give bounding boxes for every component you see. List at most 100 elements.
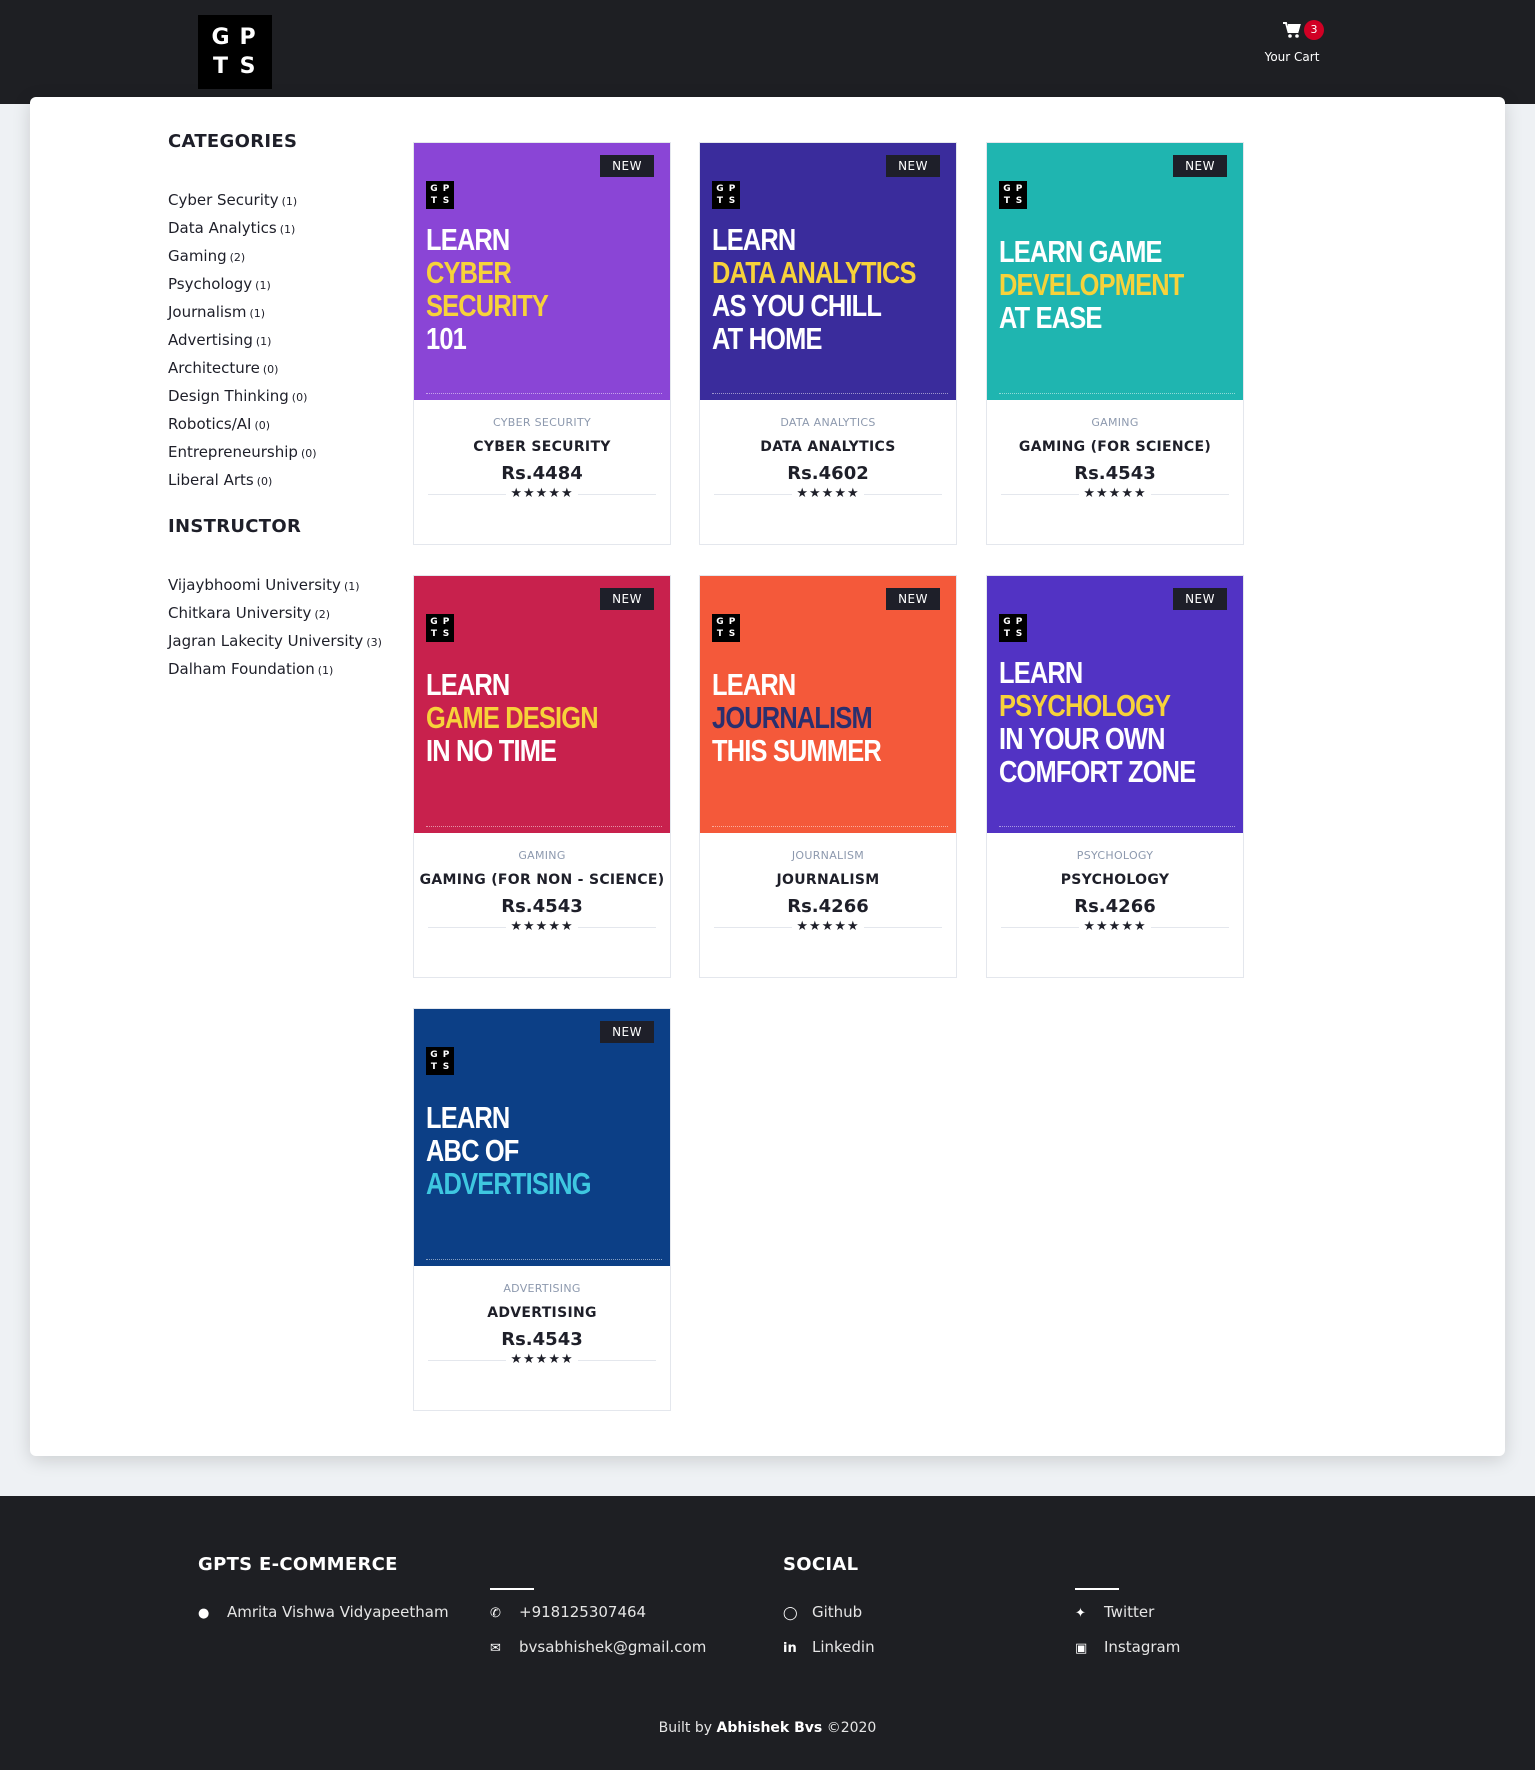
footer-social: SOCIAL ◯ Github in Linkedin	[783, 1554, 875, 1672]
product-name[interactable]: ADVERTISING	[414, 1305, 670, 1321]
product-image[interactable]: NEW G P T S LEARN GAME DESIGN IN NO TIME	[414, 576, 670, 833]
cart-button[interactable]: 3 Your Cart	[1262, 20, 1324, 64]
poster-logo-letter: P	[728, 617, 736, 627]
category-count: (0)	[254, 419, 271, 432]
poster-logo-letter: S	[1015, 629, 1023, 639]
category-item[interactable]: Data Analytics (1)	[168, 214, 408, 242]
product-card[interactable]: NEW G P T S LEARN ABC OF ADVERTISING ADVERTISING…	[413, 1008, 671, 1411]
address-text: Amrita Vishwa Vidyapeetham	[227, 1603, 449, 1621]
product-image[interactable]: NEW G P T S LEARN DATA ANALYTICS AS YOU CHILL AT…	[700, 143, 956, 400]
product-card[interactable]: NEW G P T S LEARN CYBER SECURITY 101 CYBER SECURI…	[413, 142, 671, 545]
copyright-year: ©2020	[826, 1720, 877, 1736]
category-item[interactable]: Design Thinking (0)	[168, 382, 408, 410]
star-icon: ★	[1108, 919, 1122, 934]
category-count: (0)	[262, 363, 279, 376]
poster-line: LEARN GAME	[999, 234, 1163, 269]
product-name[interactable]: CYBER SECURITY	[414, 439, 670, 455]
poster-logo-letter: G	[1003, 617, 1011, 627]
poster-line: AS YOU CHILL	[712, 288, 882, 323]
product-image[interactable]: NEW G P T S LEARN PSYCHOLOGY IN YOUR OWN COMFORT…	[987, 576, 1243, 833]
poster-line: PSYCHOLOGY	[999, 688, 1171, 723]
poster-logo: GPTS	[999, 181, 1027, 209]
product-image[interactable]: NEW G P T S LEARN ABC OF ADVERTISING	[414, 1009, 670, 1266]
instructor-label: Vijaybhoomi University	[168, 576, 341, 594]
category-item[interactable]: Psychology (1)	[168, 270, 408, 298]
product-category: GAMING	[1091, 416, 1139, 429]
product-image[interactable]: NEW G P T S LEARN GAME DEVELOPMENT AT EASE	[987, 143, 1243, 400]
poster-headline: LEARN CYBER SECURITY 101	[426, 223, 549, 356]
product-image[interactable]: NEW G P T S LEARN JOURNALISM THIS SUMMER	[700, 576, 956, 833]
github-link[interactable]: ◯ Github	[783, 1602, 875, 1637]
instructor-list: Vijaybhoomi University (1) Chitkara Unive…	[168, 571, 408, 683]
poster-headline: LEARN ABC OF ADVERTISING	[426, 1101, 592, 1200]
github-label: Github	[812, 1603, 863, 1621]
product-name[interactable]: PSYCHOLOGY	[987, 872, 1243, 888]
product-name[interactable]: GAMING (FOR NON - SCIENCE)	[414, 872, 670, 888]
poster-line: 101	[426, 321, 467, 356]
product-rating: ★★★★★	[700, 919, 956, 934]
category-list: Cyber Security (1) Data Analytics (1) Gami…	[168, 186, 408, 494]
category-count: (0)	[256, 475, 273, 488]
category-item[interactable]: Advertising (1)	[168, 326, 408, 354]
linkedin-link[interactable]: in Linkedin	[783, 1637, 875, 1672]
instructor-label: Dalham Foundation	[168, 660, 315, 678]
product-rating: ★★★★★	[414, 919, 670, 934]
new-badge: NEW	[886, 588, 940, 610]
author-link[interactable]: Abhishek Bvs	[717, 1720, 823, 1736]
product-body: DATA ANALYTICS DATA ANALYTICS Rs.4602 ★★★★★	[700, 400, 956, 501]
poster-logo-letter: G	[716, 184, 724, 194]
poster-logo-letter: S	[728, 629, 736, 639]
star-icon: ★	[548, 486, 561, 501]
poster-line: IN YOUR OWN	[999, 721, 1165, 756]
product-card[interactable]: NEW G P T S LEARN PSYCHOLOGY IN YOUR OWN COMFORT…	[986, 575, 1244, 978]
new-badge: NEW	[1173, 155, 1227, 177]
linkedin-label: Linkedin	[812, 1638, 875, 1656]
category-item[interactable]: Liberal Arts (0)	[168, 466, 408, 494]
product-name[interactable]: JOURNALISM	[700, 872, 956, 888]
product-image[interactable]: NEW G P T S LEARN CYBER SECURITY 101	[414, 143, 670, 400]
instructor-item[interactable]: Vijaybhoomi University (1)	[168, 571, 408, 599]
new-badge: NEW	[600, 1021, 654, 1043]
product-card[interactable]: NEW G P T S LEARN DATA ANALYTICS AS YOU CHILL AT…	[699, 142, 957, 545]
star-icon: ★	[834, 486, 847, 501]
poster-logo-letter: P	[442, 184, 450, 194]
star-icon: ★	[535, 919, 549, 934]
product-rating: ★★★★★	[987, 486, 1243, 501]
email-item[interactable]: ✉ bvsabhishek@gmail.com	[490, 1637, 706, 1672]
star-icon: ★	[560, 486, 574, 501]
product-price: Rs.4543	[1074, 463, 1156, 484]
phone-item[interactable]: ✆ +918125307464	[490, 1602, 706, 1637]
product-body: JOURNALISM JOURNALISM Rs.4266 ★★★★★	[700, 833, 956, 934]
copyright: Built by Abhishek Bvs ©2020	[0, 1720, 1535, 1736]
poster-logo-letter: P	[1015, 617, 1023, 627]
instagram-link[interactable]: ▣ Instagram	[1075, 1637, 1180, 1672]
category-item[interactable]: Gaming (2)	[168, 242, 408, 270]
product-card[interactable]: NEW G P T S LEARN JOURNALISM THIS SUMMER JOURNAL…	[699, 575, 957, 978]
footer-about-title: GPTS E-COMMERCE	[198, 1554, 398, 1575]
product-card[interactable]: NEW G P T S LEARN GAME DEVELOPMENT AT EASE GAMIN…	[986, 142, 1244, 545]
poster-line: LEARN	[999, 655, 1083, 690]
poster-logo: GPTS	[712, 614, 740, 642]
linkedin-icon: in	[783, 1641, 797, 1656]
twitter-link[interactable]: ✦ Twitter	[1075, 1602, 1180, 1637]
product-card[interactable]: NEW G P T S LEARN GAME DESIGN IN NO TIME GAMING G…	[413, 575, 671, 978]
category-item[interactable]: Cyber Security (1)	[168, 186, 408, 214]
product-body: GAMING GAMING (FOR SCIENCE) Rs.4543 ★★★★★	[987, 400, 1243, 501]
category-label: Psychology	[168, 275, 253, 293]
category-item[interactable]: Entrepreneurship (0)	[168, 438, 408, 466]
poster-logo-letter: T	[430, 1062, 438, 1072]
gpts-logo[interactable]: G P T S	[198, 15, 272, 89]
phone-text: +918125307464	[519, 1603, 647, 1621]
instructor-item[interactable]: Chitkara University (2)	[168, 599, 408, 627]
instructor-item[interactable]: Dalham Foundation (1)	[168, 655, 408, 683]
product-category: GAMING	[518, 849, 566, 862]
poster-footer-line	[426, 826, 662, 829]
category-item[interactable]: Robotics/AI (0)	[168, 410, 408, 438]
product-price: Rs.4266	[787, 896, 869, 917]
category-item[interactable]: Journalism (1)	[168, 298, 408, 326]
product-name[interactable]: DATA ANALYTICS	[700, 439, 956, 455]
category-item[interactable]: Architecture (0)	[168, 354, 408, 382]
category-label: Design Thinking	[168, 387, 289, 405]
instructor-item[interactable]: Jagran Lakecity University (3)	[168, 627, 408, 655]
product-name[interactable]: GAMING (FOR SCIENCE)	[987, 439, 1243, 455]
